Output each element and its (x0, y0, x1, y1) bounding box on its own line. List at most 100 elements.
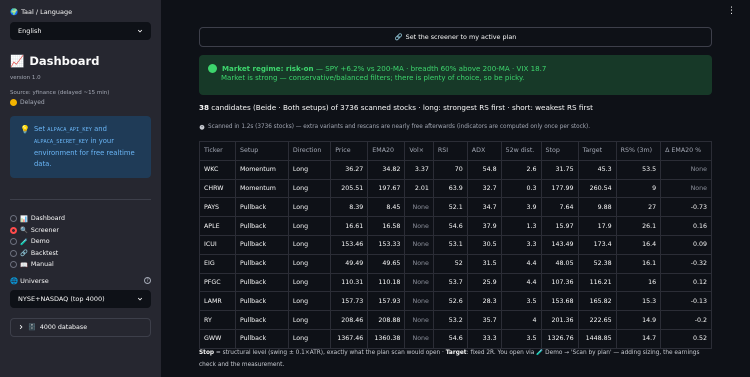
database-expander[interactable]: 🗄️ 4000 database (10, 317, 151, 337)
table-cell: Pullback (235, 254, 289, 274)
universe-select-value: NYSE+NASDAQ (top 4000) (18, 294, 105, 303)
radio-button[interactable] (10, 249, 17, 257)
table-cell: 34.82 (367, 160, 406, 180)
table-cell: -0.73 (660, 197, 712, 218)
table-cell: 153.68 (541, 291, 579, 312)
column-header[interactable]: Setup (235, 141, 289, 161)
table-cell: None (404, 329, 434, 349)
scan-timing-note: Scanned in 1.2s (3736 stocks) — extra va… (199, 124, 590, 130)
chevron-down-icon (137, 29, 143, 33)
table-cell: None (404, 254, 434, 274)
table-row[interactable]: GWW Pullback Long 1367.46 1360.38 None 54.6 33.… (199, 329, 712, 349)
table-row[interactable]: PFGC Pullback Long 110.31 110.18 None 53.7 25.9… (199, 273, 712, 293)
sidebar: 🌍 Taal / Language English 📈 Dashboard ve… (0, 0, 161, 377)
table-cell: 177.99 (541, 179, 579, 199)
column-header[interactable]: Stop (541, 141, 579, 161)
universe-select[interactable]: NYSE+NASDAQ (top 4000) (10, 289, 151, 308)
table-cell: 54.6 (433, 216, 468, 236)
column-header[interactable]: Target (578, 141, 617, 161)
table-cell: 45.3 (578, 160, 617, 180)
table-cell: Long (288, 197, 332, 218)
sidebar-divider (10, 199, 151, 200)
nav-item-manual[interactable]: 📖 Manual (10, 259, 151, 271)
delayed-status: Delayed (10, 99, 151, 106)
table-cell: -0.2 (660, 310, 712, 330)
table-row[interactable]: LAMR Pullback Long 157.73 157.93 None 52.6 28.3… (199, 291, 712, 312)
table-cell: 70 (433, 160, 468, 180)
table-cell: PFGC (199, 273, 236, 293)
table-cell: 1360.38 (367, 329, 406, 349)
table-cell: 153.33 (367, 235, 406, 255)
column-header[interactable]: RS% (3m) (616, 141, 662, 161)
table-cell: 143.49 (541, 235, 579, 255)
table-cell: 7.64 (541, 197, 579, 218)
column-header[interactable]: ADX (467, 141, 502, 161)
table-cell: 3.5 (501, 329, 542, 349)
table-cell: 173.4 (578, 235, 617, 255)
table-cell: 0.09 (660, 235, 712, 255)
main-menu-icon[interactable]: ⋮ (727, 6, 736, 16)
stopwatch-icon (199, 124, 205, 130)
table-cell: 54.6 (433, 329, 468, 349)
column-header[interactable]: Price (330, 141, 369, 161)
table-cell: 33.3 (467, 329, 502, 349)
table-cell: Pullback (235, 273, 289, 293)
candidates-table[interactable]: Ticker Setup Direction Price EMA20 Vol× RSI ADX… (199, 141, 712, 349)
green-circle-icon (208, 64, 217, 73)
nav-item-backtest[interactable]: 🔗 Backtest (10, 248, 151, 260)
radio-button-selected[interactable] (10, 226, 17, 234)
table-cell: WKC (199, 160, 236, 180)
table-cell: Momentum (235, 160, 289, 180)
table-cell: Pullback (235, 329, 289, 349)
version-text: version 1.0 (10, 75, 41, 81)
table-cell: Long (288, 235, 332, 255)
alpaca-info-box: 💡 Set ALPACA_API_KEY and ALPACA_SECRET_K… (10, 116, 151, 178)
table-cell: 165.82 (578, 291, 617, 312)
table-cell: 0.3 (501, 179, 542, 199)
column-header[interactable]: Δ EMA20 % (660, 141, 712, 161)
table-cell: None (404, 197, 434, 218)
table-row[interactable]: PAYS Pullback Long 8.39 8.45 None 52.1 34.7 3.9 7… (199, 197, 712, 218)
column-header[interactable]: EMA20 (367, 141, 406, 161)
column-header[interactable]: RSI (433, 141, 468, 161)
table-row[interactable]: CHRW Momentum Long 205.51 197.67 2.01 63.9 32.7… (199, 179, 712, 199)
table-cell: None (404, 291, 434, 312)
column-header[interactable]: 52w dist. (501, 141, 542, 161)
table-cell: 53.5 (616, 160, 662, 180)
column-header[interactable]: Direction (288, 141, 332, 161)
column-header[interactable]: Ticker (199, 141, 236, 161)
table-cell: 157.73 (330, 291, 369, 312)
table-cell: 48.05 (541, 254, 579, 274)
table-cell: PAYS (199, 197, 236, 218)
nav-item-screener[interactable]: 🔍 Screener (10, 225, 151, 237)
table-cell: 53.2 (433, 310, 468, 330)
radio-button[interactable] (10, 261, 17, 269)
table-cell: Long (288, 291, 332, 312)
set-screener-plan-button[interactable]: 🔗 Set the screener to my active plan (199, 27, 712, 47)
table-row[interactable]: EIG Pullback Long 49.49 49.65 None 52 31.5 4.4 48… (199, 254, 712, 274)
table-cell: 197.67 (367, 179, 406, 199)
help-icon[interactable]: ? (144, 277, 151, 284)
radio-button[interactable] (10, 238, 17, 246)
table-cell: Long (288, 329, 332, 349)
table-cell: None (404, 216, 434, 236)
database-icon: 🗄️ (28, 324, 36, 331)
table-row[interactable]: WKC Momentum Long 36.27 34.82 3.37 70 54.8 2.6 31… (199, 160, 712, 180)
table-cell: 3.3 (501, 235, 542, 255)
table-cell: 52 (433, 254, 468, 274)
table-cell: 4 (501, 310, 542, 330)
table-cell: 14.7 (616, 329, 662, 349)
table-cell: Pullback (235, 216, 289, 236)
table-row[interactable]: RY Pullback Long 208.46 208.88 None 53.2 35.7 4 2… (199, 310, 712, 330)
table-cell: LAMR (199, 291, 236, 312)
table-cell: -0.32 (660, 254, 712, 274)
table-row[interactable]: ICUI Pullback Long 153.46 153.33 None 53.1 30.5… (199, 235, 712, 255)
table-cell: 116.21 (578, 273, 617, 293)
table-cell: 107.36 (541, 273, 579, 293)
nav-item-dashboard[interactable]: 📊 Dashboard (10, 213, 151, 225)
column-header[interactable]: Vol× (404, 141, 434, 161)
radio-button[interactable] (10, 215, 17, 223)
language-select[interactable]: English (10, 22, 151, 40)
table-row[interactable]: APLE Pullback Long 16.61 16.58 None 54.6 37.9 1.… (199, 216, 712, 236)
nav-item-demo[interactable]: 🧪 Demo (10, 236, 151, 248)
